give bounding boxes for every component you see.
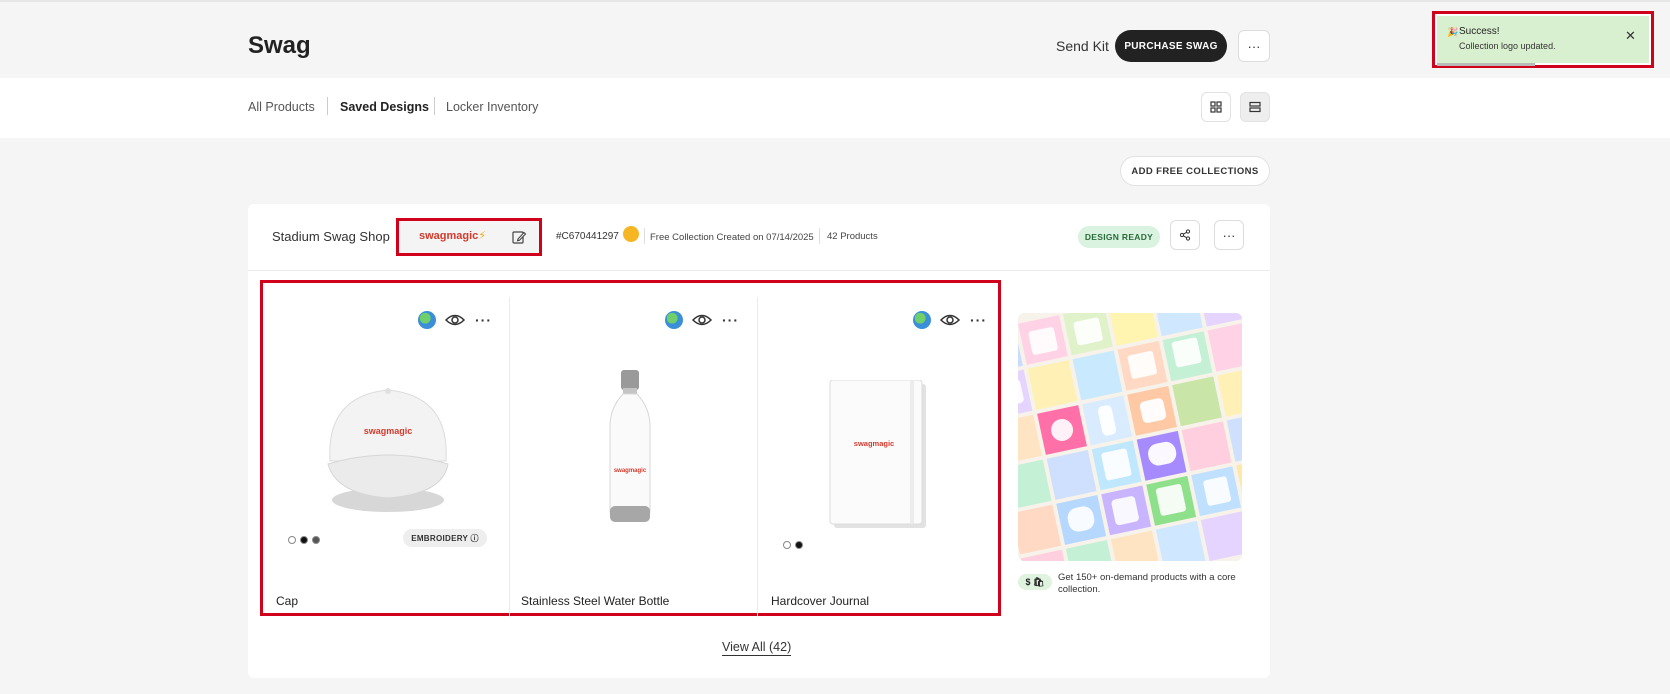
collection-name: Stadium Swag Shop bbox=[272, 229, 390, 244]
divider bbox=[644, 228, 645, 244]
card-divider bbox=[248, 270, 1270, 271]
product-tools: ··· bbox=[418, 310, 498, 332]
product-carousel: ··· swagmagic EMBROIDERY ⓘ Cap ··· swagm… bbox=[260, 280, 1001, 617]
more-icon: ··· bbox=[1222, 227, 1236, 243]
toast-progress-bar bbox=[1437, 63, 1535, 66]
purchase-swag-button[interactable]: PURCHASE SWAG bbox=[1115, 30, 1227, 62]
more-icon[interactable]: ··· bbox=[475, 312, 492, 328]
share-button[interactable] bbox=[1170, 220, 1200, 250]
eye-icon[interactable] bbox=[691, 310, 713, 330]
success-toast: 🎉 Success! Collection logo updated. ✕ bbox=[1432, 11, 1654, 68]
page-title: Swag bbox=[248, 32, 311, 59]
close-icon[interactable]: ✕ bbox=[1625, 28, 1636, 44]
more-icon: ··· bbox=[1247, 38, 1261, 54]
collection-id: #C670441297 bbox=[556, 231, 619, 242]
collection-card: Stadium Swag Shop swagmagic⚡ #C670441297… bbox=[248, 204, 1270, 678]
view-all-link[interactable]: View All (42) bbox=[722, 640, 792, 656]
svg-text:swagmagic: swagmagic bbox=[854, 439, 894, 448]
tab-divider bbox=[327, 97, 328, 115]
divider bbox=[819, 228, 820, 244]
journal-image: swagmagic bbox=[829, 380, 926, 528]
color-swatch-gray[interactable] bbox=[312, 536, 320, 544]
eye-icon[interactable] bbox=[444, 310, 466, 330]
grid-view-button[interactable] bbox=[1201, 92, 1231, 122]
globe-icon bbox=[665, 311, 683, 329]
logo-text: swagmagic⚡ bbox=[419, 230, 487, 242]
tab-locker-inventory[interactable]: Locker Inventory bbox=[446, 100, 538, 114]
water-bottle-image: swagmagic bbox=[609, 370, 651, 522]
edit-icon[interactable] bbox=[511, 229, 527, 245]
toast-message: Collection logo updated. bbox=[1459, 41, 1556, 51]
product-count: 42 Products bbox=[827, 231, 878, 242]
grid-icon bbox=[1210, 101, 1222, 113]
pricing-tag: $ 🛍 bbox=[1018, 574, 1052, 590]
tab-saved-designs[interactable]: Saved Designs bbox=[340, 100, 429, 114]
list-icon bbox=[1249, 101, 1261, 113]
add-free-collections-button[interactable]: ADD FREE COLLECTIONS bbox=[1120, 156, 1270, 186]
status-badge: DESIGN READY bbox=[1078, 226, 1160, 248]
party-icon: 🎉 bbox=[1447, 27, 1459, 37]
promo-text: Get 150+ on-demand products with a core … bbox=[1058, 572, 1236, 595]
color-swatch-black[interactable] bbox=[795, 541, 803, 549]
globe-icon bbox=[913, 311, 931, 329]
product-card-water-bottle[interactable]: ··· swagmagic Stainless Steel Water Bott… bbox=[510, 296, 757, 620]
product-tools: ··· bbox=[665, 310, 745, 332]
product-name: Cap bbox=[276, 594, 299, 608]
more-icon[interactable]: ··· bbox=[722, 312, 739, 328]
more-icon[interactable]: ··· bbox=[970, 312, 987, 328]
product-name: Stainless Steel Water Bottle bbox=[521, 594, 670, 608]
send-kit-link[interactable]: Send Kit bbox=[1056, 38, 1109, 54]
toast-title: Success! bbox=[1459, 26, 1500, 37]
svg-text:swagmagic: swagmagic bbox=[364, 426, 413, 436]
tab-all-products[interactable]: All Products bbox=[248, 100, 315, 114]
collection-created: Free Collection Created on 07/14/2025 bbox=[650, 232, 814, 243]
embroidery-badge[interactable]: EMBROIDERY ⓘ bbox=[403, 529, 487, 547]
tab-divider bbox=[434, 97, 435, 115]
product-name: Hardcover Journal bbox=[771, 594, 870, 608]
list-view-button[interactable] bbox=[1240, 92, 1270, 122]
header-more-button[interactable]: ··· bbox=[1238, 30, 1270, 62]
eye-icon[interactable] bbox=[939, 310, 961, 330]
svg-text:swagmagic: swagmagic bbox=[614, 468, 647, 474]
promo-products-image[interactable] bbox=[1018, 313, 1242, 561]
collection-more-button[interactable]: ··· bbox=[1214, 220, 1244, 250]
collection-logo[interactable]: swagmagic⚡ bbox=[396, 218, 542, 256]
color-swatch-black[interactable] bbox=[300, 536, 308, 544]
globe-icon bbox=[418, 311, 436, 329]
color-swatch-white[interactable] bbox=[783, 541, 791, 549]
award-icon bbox=[623, 226, 639, 242]
color-swatch-white[interactable] bbox=[288, 536, 296, 544]
product-tools: ··· bbox=[913, 310, 993, 332]
tabs-bar: All Products Saved Designs Locker Invent… bbox=[0, 78, 1670, 138]
toast-body: 🎉 Success! Collection logo updated. ✕ bbox=[1437, 16, 1649, 63]
cap-image: swagmagic bbox=[327, 388, 449, 512]
page-header: Swag Send Kit PURCHASE SWAG ··· bbox=[0, 2, 1670, 78]
share-icon bbox=[1179, 229, 1191, 241]
product-card-journal[interactable]: ··· swagmagic Hardcover Journal bbox=[758, 296, 998, 620]
product-card-cap[interactable]: ··· swagmagic EMBROIDERY ⓘ Cap bbox=[263, 296, 509, 620]
